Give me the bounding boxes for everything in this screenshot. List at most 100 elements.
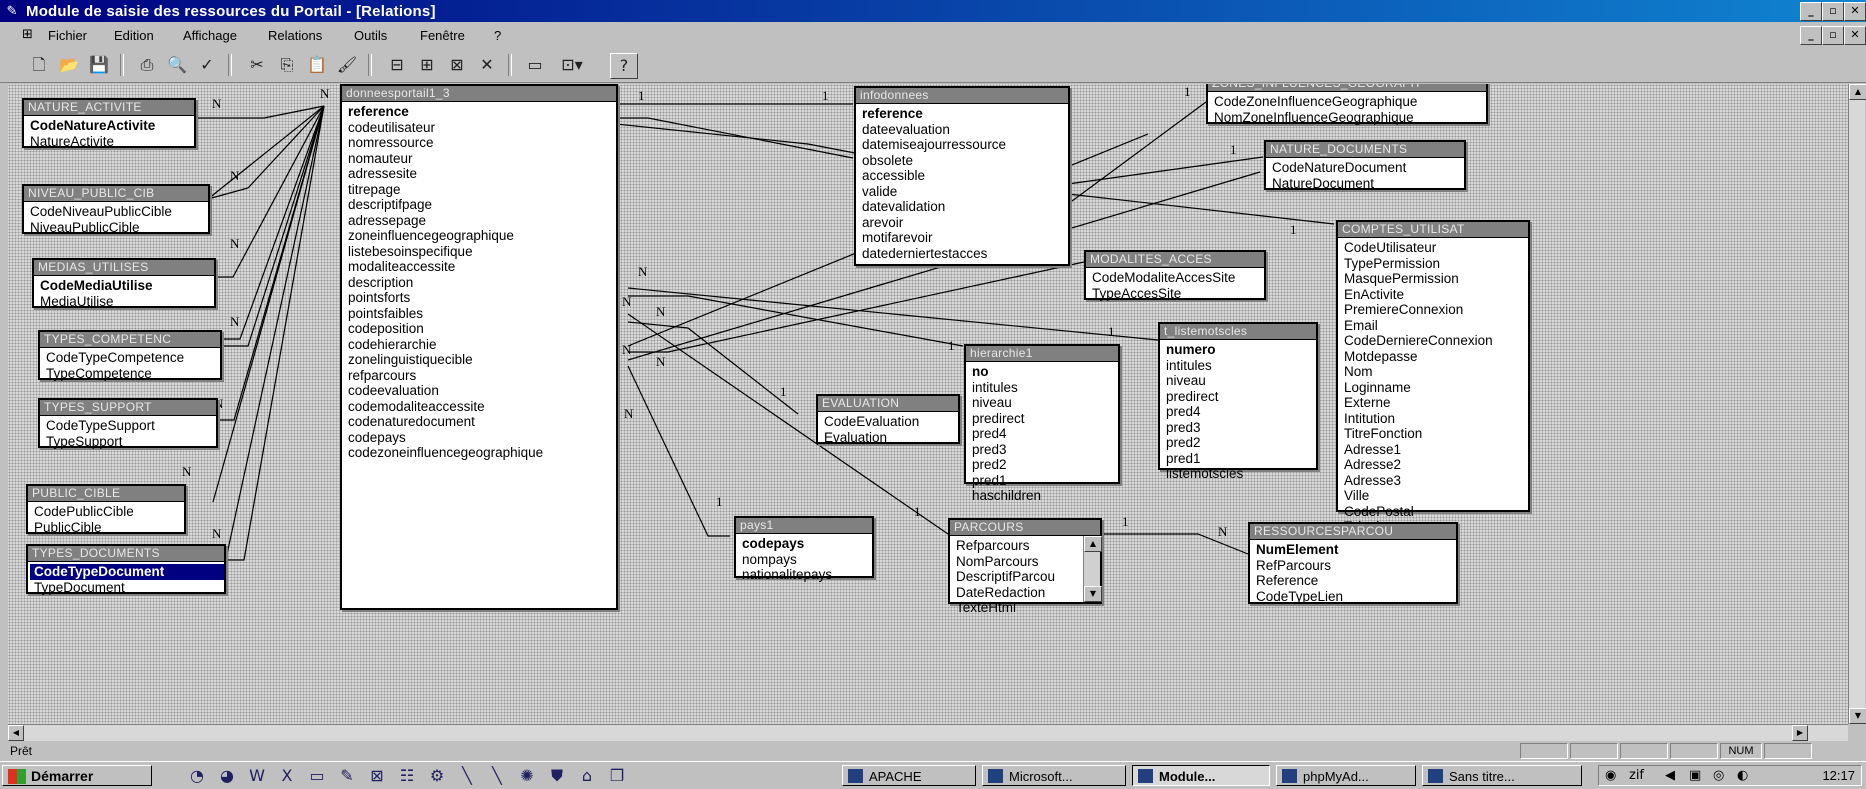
vertical-scrollbar[interactable]: ▲ ▼ <box>1848 84 1866 724</box>
maximize-icon[interactable]: ▫ <box>1822 2 1844 21</box>
menu-relations[interactable]: Relations <box>268 28 322 43</box>
field-item[interactable]: TitreFonction <box>1344 426 1528 442</box>
table-types-support[interactable]: TYPES_SUPPORT CodeTypeSupport TypeSuppor… <box>38 398 218 450</box>
taskbar-item-module[interactable]: Module... <box>1132 765 1270 786</box>
field-item[interactable]: datederniertestacces <box>862 246 1068 262</box>
menu-help[interactable]: ? <box>494 28 501 43</box>
taskbar-item-apache[interactable]: APACHE <box>842 765 976 786</box>
quicklaunch-icon[interactable]: ✎ <box>336 766 358 786</box>
field-item[interactable]: PremiereConnexion <box>1344 302 1528 318</box>
scroll-up-icon[interactable]: ▲ <box>1849 84 1866 100</box>
network-icon[interactable]: ▣ <box>1689 768 1701 783</box>
quicklaunch-icon[interactable]: ◕ <box>216 766 238 786</box>
table-title[interactable]: infodonnees <box>856 88 1068 104</box>
tray-language-indicator[interactable]: zif <box>1629 768 1644 783</box>
start-button[interactable]: Démarrer <box>2 765 152 786</box>
quicklaunch-icon[interactable]: ⚙ <box>426 766 448 786</box>
doc-restore-icon[interactable]: ▫ <box>1822 26 1844 45</box>
new-object-dropdown-icon[interactable]: ⊡▾ <box>552 53 592 77</box>
table-public-cible[interactable]: PUBLIC_CIBLE CodePublicCible PublicCible <box>26 484 186 535</box>
field-item[interactable]: NatureActivite <box>30 134 194 150</box>
field-item[interactable]: RefParcours <box>1256 558 1456 574</box>
field-item[interactable]: reference <box>348 104 616 120</box>
quicklaunch-icon[interactable]: ❒ <box>606 766 628 786</box>
field-item[interactable]: adressepage <box>348 213 616 229</box>
field-item[interactable]: pointsforts <box>348 290 616 306</box>
taskbar-item-sans-titre[interactable]: Sans titre... <box>1422 765 1582 786</box>
save-icon[interactable]: 💾 <box>86 53 112 77</box>
table-pays[interactable]: pays1 codepays nompays nationalitepays <box>734 516 874 582</box>
field-item[interactable]: numero <box>1166 342 1316 358</box>
field-item[interactable]: TypeSupport <box>46 434 216 450</box>
table-hierarchie[interactable]: hierarchie1 no intitules niveau predirec… <box>964 344 1120 503</box>
field-item[interactable]: intitules <box>972 380 1118 396</box>
menu-edition[interactable]: Edition <box>114 28 154 43</box>
quicklaunch-icon[interactable]: X <box>276 766 298 786</box>
field-item[interactable]: pred1 <box>1166 451 1316 467</box>
menu-affichage[interactable]: Affichage <box>183 28 237 43</box>
field-item[interactable]: CodeNatureActivite <box>30 118 194 134</box>
field-item[interactable]: codenaturedocument <box>348 414 616 430</box>
field-item[interactable]: TexteHtml <box>956 600 1080 616</box>
field-item[interactable]: CodeNiveauPublicCible <box>30 204 208 220</box>
scroll-down-icon[interactable]: ▼ <box>1849 708 1866 724</box>
table-title[interactable]: donneesportail1_3 <box>342 86 616 102</box>
scroll-down-icon[interactable]: ▼ <box>1084 586 1102 602</box>
cut-icon[interactable]: ✂ <box>244 53 270 77</box>
table-medias-utilises[interactable]: MEDIAS_UTILISES CodeMediaUtilise MediaUt… <box>32 258 216 309</box>
field-item[interactable]: pred3 <box>972 442 1118 458</box>
field-item[interactable]: NumElement <box>1256 542 1456 558</box>
field-item[interactable]: Motdepasse <box>1344 349 1528 365</box>
field-item[interactable]: pred2 <box>1166 435 1316 451</box>
field-item[interactable]: Adresse2 <box>1344 457 1528 473</box>
field-item[interactable]: datevalidation <box>862 199 1068 215</box>
table-donneesportail[interactable]: donneesportail1_3 reference codeutilisat… <box>340 84 618 610</box>
taskbar-item-phpmyadmin[interactable]: phpMyAd... <box>1276 765 1416 786</box>
field-item[interactable]: modaliteaccessite <box>348 259 616 275</box>
scroll-right-icon[interactable]: ▶ <box>1792 725 1808 741</box>
window-title-bar[interactable]: ✎ Module de saisie des ressources du Por… <box>0 0 1866 22</box>
field-item[interactable]: Loginname <box>1344 380 1528 396</box>
table-title[interactable]: EVALUATION <box>818 396 958 412</box>
taskbar-item-microsoft[interactable]: Microsoft... <box>982 765 1126 786</box>
quicklaunch-icon[interactable]: ▭ <box>306 766 328 786</box>
table-parcours[interactable]: PARCOURS Refparcours NomParcours Descrip… <box>948 518 1102 615</box>
field-item[interactable]: Reference <box>1256 573 1456 589</box>
field-item[interactable]: CodePostal <box>1344 504 1528 520</box>
table-title[interactable]: hierarchie1 <box>966 346 1118 362</box>
table-title[interactable]: RESSOURCESPARCOU <box>1250 524 1456 540</box>
format-painter-icon[interactable]: 🖌 <box>334 53 360 77</box>
table-title[interactable]: TYPES_COMPETENC <box>40 332 220 348</box>
speaker-icon[interactable]: ◀ <box>1665 768 1675 783</box>
field-item[interactable]: codehierarchie <box>348 337 616 353</box>
table-infodonnees[interactable]: infodonnees reference dateevaluation dat… <box>854 86 1070 266</box>
table-title[interactable]: NATURE_DOCUMENTS <box>1266 142 1464 158</box>
quicklaunch-icon[interactable]: ☷ <box>396 766 418 786</box>
show-direct-relations-icon[interactable]: ⊞ <box>414 53 440 77</box>
table-title[interactable]: NATURE_ACTIVITE <box>24 100 194 116</box>
field-item[interactable]: Nom <box>1344 364 1528 380</box>
field-item-selected[interactable]: CodeTypeDocument <box>30 564 224 580</box>
quicklaunch-icon[interactable]: ⊠ <box>366 766 388 786</box>
field-item[interactable]: dateevaluation <box>862 122 1068 138</box>
table-title[interactable]: t_listemotscles <box>1160 324 1316 340</box>
field-item[interactable]: nompays <box>742 552 872 568</box>
tray-app-icon[interactable]: ◎ <box>1713 768 1724 783</box>
field-item[interactable]: nationalitepays <box>742 567 872 583</box>
table-title[interactable]: TYPES_DOCUMENTS <box>28 546 224 562</box>
table-title[interactable]: pays1 <box>736 518 872 534</box>
relations-canvas[interactable]: N N N N N N N N 1 1 1 1 1 1 1 1 1 1 1 1 … <box>8 84 1848 724</box>
scroll-up-icon[interactable]: ▲ <box>1084 536 1102 552</box>
field-item[interactable]: CodeTypeCompetence <box>46 350 220 366</box>
doc-close-icon[interactable]: ✕ <box>1844 26 1866 45</box>
field-item[interactable]: codemodaliteaccessite <box>348 399 616 415</box>
field-item[interactable]: DateRedaction <box>956 585 1080 601</box>
new-icon[interactable]: 🗋 <box>26 53 52 77</box>
field-item[interactable]: NomParcours <box>956 554 1080 570</box>
field-item[interactable]: pred4 <box>1166 404 1316 420</box>
field-item[interactable]: no <box>972 364 1118 380</box>
field-item[interactable]: pred1 <box>972 473 1118 489</box>
field-item[interactable]: codeevaluation <box>348 383 616 399</box>
table-comptes-utilisateurs[interactable]: COMPTES_UTILISAT CodeUtilisateur TypePer… <box>1336 220 1530 550</box>
field-item[interactable]: CodeDerniereConnexion <box>1344 333 1528 349</box>
